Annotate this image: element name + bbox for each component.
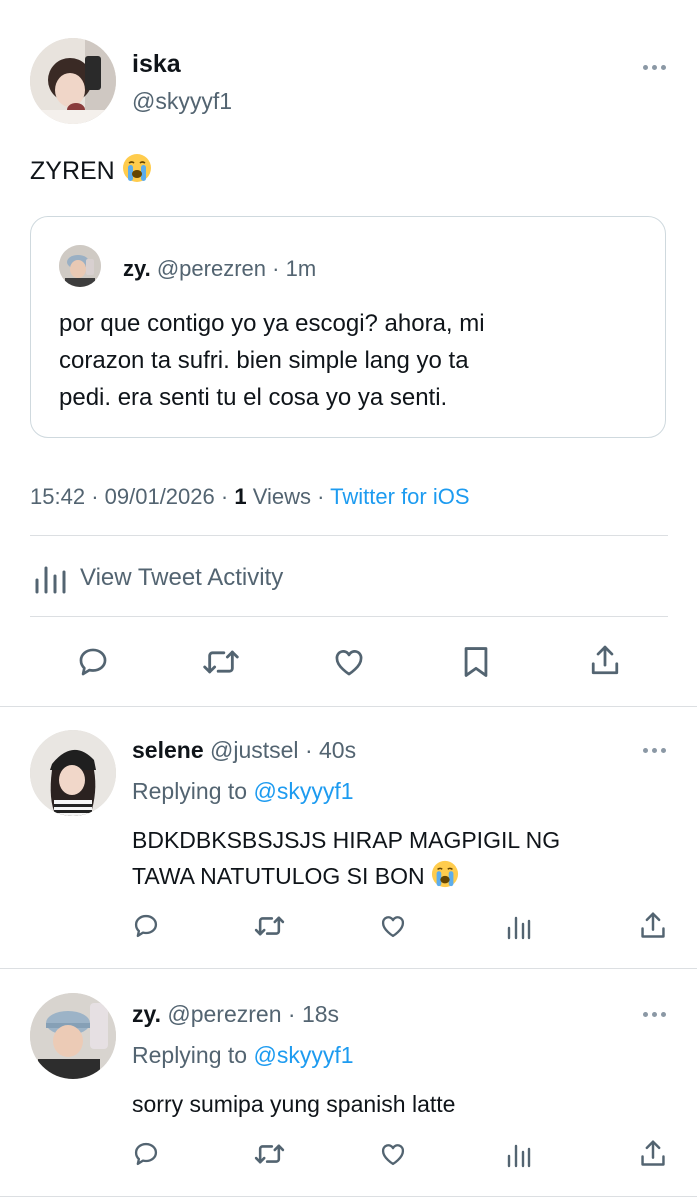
analytics-icon <box>34 564 68 594</box>
reply-text: sorry sumipa yung spanish latte <box>132 1088 455 1120</box>
reply-header: zy. @perezren · 18s <box>132 1001 339 1028</box>
more-icon[interactable] <box>643 1010 669 1018</box>
divider <box>0 1196 697 1197</box>
replying-to: Replying to @skyyyf1 <box>132 1042 354 1069</box>
quoted-line: pedi. era senti tu el cosa yo ya senti. <box>59 384 448 411</box>
replying-to-handle[interactable]: @skyyyf1 <box>253 1042 353 1068</box>
quoted-header: zy. @perezren · 1m <box>123 256 316 282</box>
replying-to-handle[interactable]: @skyyyf1 <box>253 778 353 804</box>
divider <box>30 535 668 536</box>
reply-time: · 18s <box>287 1001 340 1027</box>
tweet-time: 15:42 <box>30 484 86 509</box>
reply-display-name[interactable]: zy. <box>132 1001 161 1027</box>
reply-time: · 40s <box>304 737 357 763</box>
reply-line: TAWA NATUTULOG SI BON <box>132 863 425 889</box>
bookmark-icon[interactable] <box>460 645 492 679</box>
quoted-line: corazon ta sufri. bien simple lang yo ta <box>59 347 469 374</box>
more-icon[interactable] <box>643 63 669 71</box>
tweet-meta: 15:42 · 09/01/2026 · 1 Views · Twitter f… <box>30 484 470 510</box>
separator: · <box>317 484 325 509</box>
reply-handle[interactable]: @justsel <box>210 737 299 763</box>
views-label: Views <box>252 484 311 509</box>
quoted-display-name: zy. <box>123 256 151 281</box>
reply-icon[interactable] <box>132 912 160 940</box>
separator: · <box>220 484 229 509</box>
replying-to: Replying to @skyyyf1 <box>132 778 354 805</box>
quoted-author-avatar <box>59 245 101 287</box>
replying-to-label: Replying to <box>132 778 248 804</box>
reply-text: BDKDBKSBSJSJS HIRAP MAGPIGIL NG TAWA NAT… <box>132 822 560 898</box>
analytics-icon[interactable] <box>507 1142 531 1168</box>
views-count: 1 <box>234 484 247 509</box>
analytics-icon[interactable] <box>507 914 531 940</box>
retweet-icon[interactable] <box>201 645 241 679</box>
reply-icon[interactable] <box>132 1140 160 1168</box>
author-display-name[interactable]: iska <box>132 50 181 79</box>
reply-avatar[interactable] <box>30 730 116 816</box>
loudly-crying-emoji <box>122 153 152 190</box>
tweet-text-content: ZYREN <box>30 157 115 185</box>
like-icon[interactable] <box>379 1140 407 1168</box>
like-icon[interactable] <box>379 912 407 940</box>
quoted-line: por que contigo yo ya escogi? ahora, mi <box>59 310 485 337</box>
replying-to-label: Replying to <box>132 1042 248 1068</box>
like-icon[interactable] <box>332 645 366 679</box>
author-avatar[interactable] <box>30 38 116 124</box>
quoted-time: · 1m <box>272 256 317 281</box>
reply-line: sorry sumipa yung spanish latte <box>132 1091 456 1117</box>
reply-header: selene @justsel · 40s <box>132 737 356 764</box>
share-icon[interactable] <box>638 1138 668 1170</box>
author-handle[interactable]: @skyyyf1 <box>132 88 232 115</box>
tweet-date: 09/01/2026 <box>104 484 215 509</box>
more-icon[interactable] <box>643 746 669 754</box>
divider <box>0 706 697 707</box>
reply-avatar[interactable] <box>30 993 116 1079</box>
divider <box>30 616 668 617</box>
retweet-icon[interactable] <box>253 912 286 940</box>
quoted-tweet-card[interactable]: zy. @perezren · 1m por que contigo yo ya… <box>30 216 666 438</box>
view-activity-label: View Tweet Activity <box>80 564 284 591</box>
reply-icon[interactable] <box>76 645 110 679</box>
tweet-text: ZYREN <box>30 153 152 190</box>
share-icon[interactable] <box>638 910 668 942</box>
reply-line: BDKDBKSBSJSJS HIRAP MAGPIGIL NG <box>132 827 561 853</box>
share-icon[interactable] <box>588 643 622 679</box>
view-tweet-activity[interactable]: View Tweet Activity <box>30 560 430 596</box>
reply-display-name[interactable]: selene <box>132 737 204 763</box>
retweet-icon[interactable] <box>253 1140 286 1168</box>
separator: · <box>91 484 99 509</box>
divider <box>0 968 697 969</box>
source-link[interactable]: Twitter for iOS <box>330 484 469 509</box>
reply-line-wrap: TAWA NATUTULOG SI BON <box>132 858 560 898</box>
quoted-handle: @perezren <box>156 256 267 281</box>
reply-handle[interactable]: @perezren <box>167 1001 281 1027</box>
quoted-text: por que contigo yo ya escogi? ahora, mi … <box>59 305 485 416</box>
loudly-crying-emoji <box>431 860 459 898</box>
